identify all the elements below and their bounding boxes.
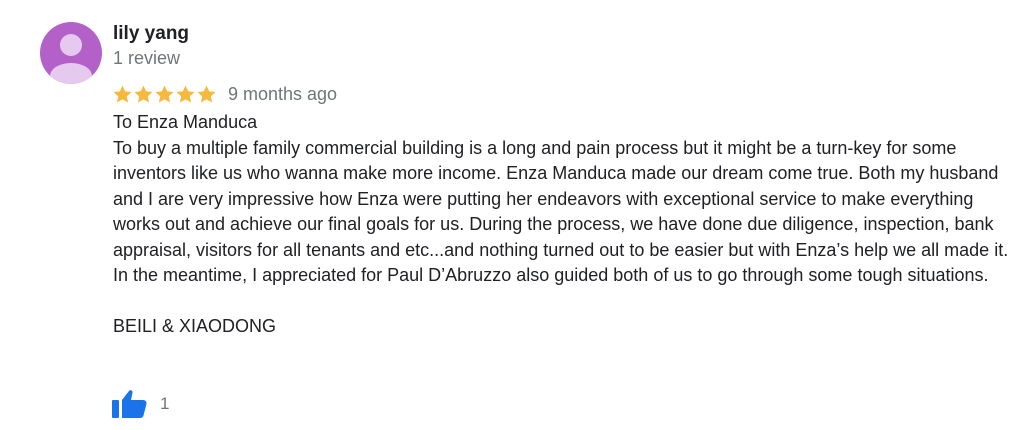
review-count: 1 review [113,48,181,68]
like-count: 1 [160,394,170,413]
review-signature: BEILI & XIAODONG [113,315,277,336]
review-body: To buy a multiple family commercial buil… [113,137,1009,286]
review-text: To Enza Manduca To buy a multiple family… [113,110,1018,339]
person-icon [50,34,92,84]
thumbs-up-icon[interactable] [112,389,148,419]
like-row: 1 [112,389,169,419]
star-icon [176,85,195,103]
star-icon [197,85,216,103]
review-time: 9 months ago [228,83,338,104]
rating-row: 9 months ago [112,82,337,106]
star-icon [113,85,132,103]
star-rating [112,84,217,105]
avatar[interactable] [40,22,102,84]
star-icon [155,85,174,103]
review-greeting: To Enza Manduca [113,112,258,132]
star-icon [134,85,153,103]
reviewer-name[interactable]: lily yang [113,22,189,46]
